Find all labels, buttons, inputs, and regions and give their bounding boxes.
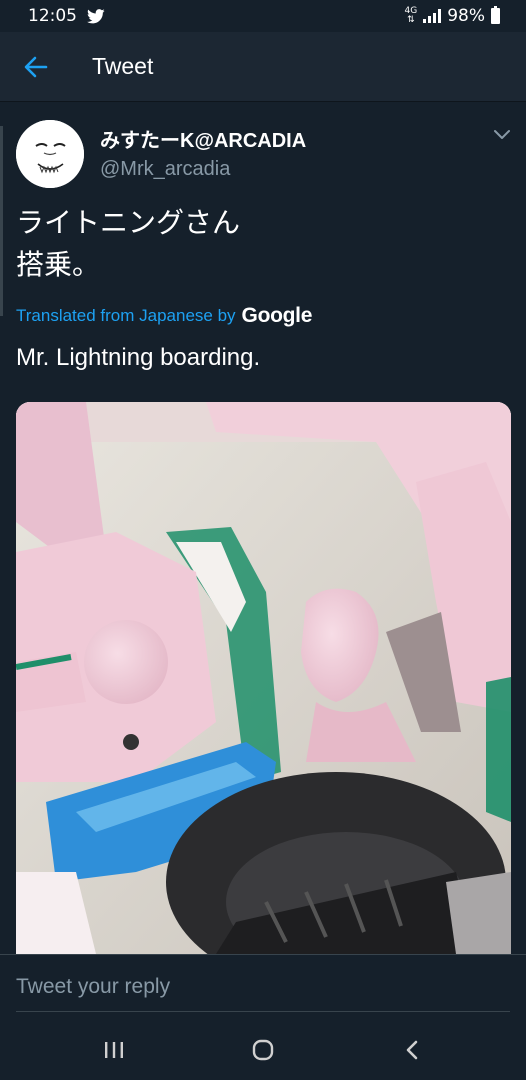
user-handle[interactable]: @Mrk_arcadia xyxy=(100,158,230,181)
translation-attribution: Translated from Japanese by Google xyxy=(16,304,312,328)
chevron-down-icon[interactable] xyxy=(492,128,512,142)
battery-icon xyxy=(491,6,500,24)
reply-composer[interactable]: Tweet your reply xyxy=(0,954,526,1020)
system-back-button[interactable] xyxy=(382,1028,442,1072)
signal-icon xyxy=(423,9,442,23)
avatar-face-icon xyxy=(16,120,84,188)
thread-line xyxy=(0,126,3,316)
display-name[interactable]: みすたーK@ARCADIA xyxy=(100,124,306,153)
back-button[interactable] xyxy=(16,47,56,87)
tweet-photo[interactable] xyxy=(16,402,511,954)
tweet-detail: みすたーK@ARCADIA @Mrk_arcadia ライトニングさん 搭乗。 … xyxy=(0,102,526,954)
page-title: Tweet xyxy=(92,53,154,79)
status-left: 12:05 xyxy=(28,6,105,26)
tweet-text-translated: Mr. Lightning boarding. xyxy=(16,344,261,371)
network-indicator: 4G ⇅ xyxy=(404,6,418,25)
app-bar: Tweet xyxy=(0,32,526,102)
reply-underline xyxy=(16,1011,510,1012)
photo-image xyxy=(16,402,511,954)
recents-icon xyxy=(105,1042,124,1058)
google-logo: Google xyxy=(241,304,313,327)
status-bar: 12:05 4G ⇅ 98% xyxy=(0,0,526,32)
status-right: 4G ⇅ 98% xyxy=(404,6,500,26)
recents-button[interactable] xyxy=(84,1028,144,1072)
twitter-bird-icon xyxy=(87,8,105,23)
reply-input[interactable]: Tweet your reply xyxy=(16,975,170,999)
status-time: 12:05 xyxy=(28,6,77,26)
translation-label: Translated from Japanese by xyxy=(16,306,236,325)
home-button[interactable] xyxy=(233,1028,293,1072)
back-arrow-icon xyxy=(24,56,48,77)
home-icon xyxy=(252,1039,274,1061)
battery-percent: 98% xyxy=(447,6,485,26)
system-nav-bar xyxy=(0,1020,526,1080)
avatar[interactable] xyxy=(16,120,84,188)
tweet-text-original: ライトニングさん 搭乗。 xyxy=(16,206,241,281)
back-icon xyxy=(406,1040,417,1060)
